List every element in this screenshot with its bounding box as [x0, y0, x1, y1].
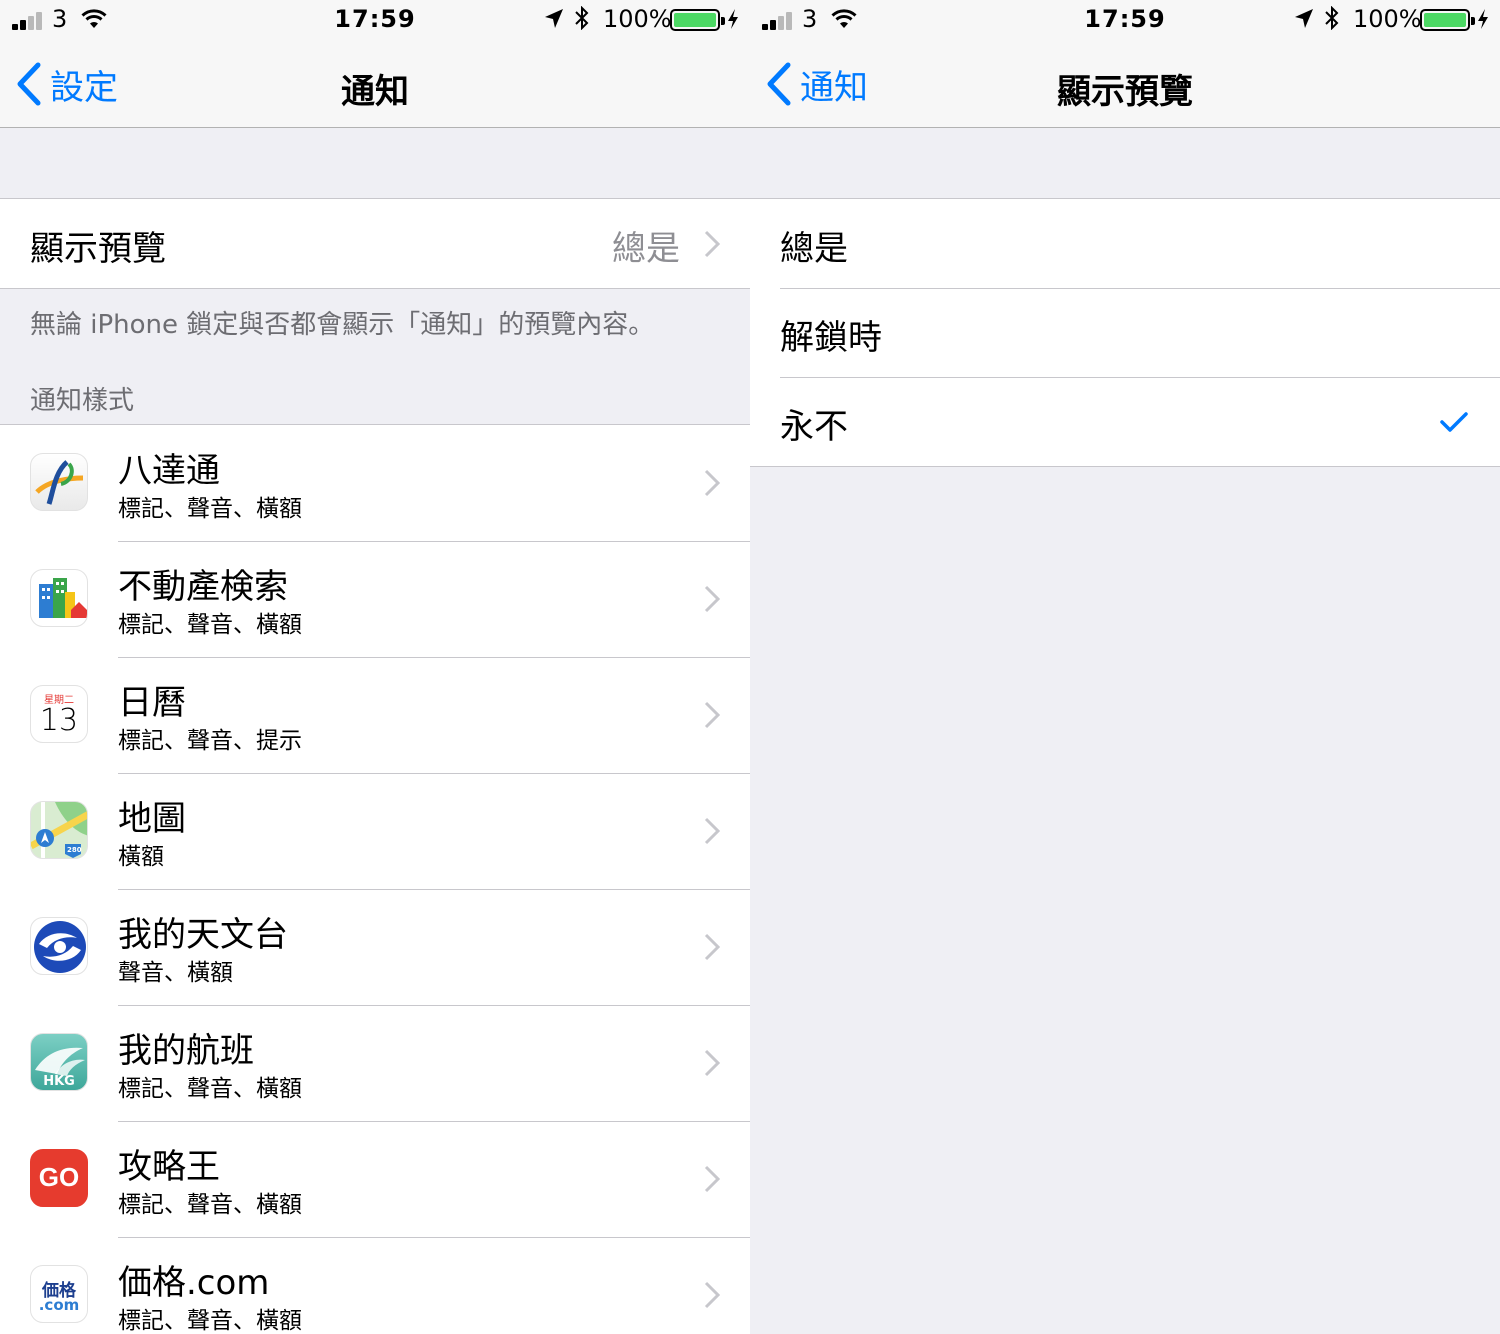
app-name: 攻略王: [118, 1147, 220, 1187]
chevron-right-icon: [704, 817, 720, 845]
list-item[interactable]: 我的天文台 聲音、橫額: [0, 889, 750, 1005]
octopus-icon: [30, 453, 88, 511]
bluetooth-icon: [575, 6, 589, 30]
list-item[interactable]: 八達通 標記、聲音、橫額: [0, 425, 750, 541]
option-label: 解鎖時: [780, 318, 882, 358]
status-bar: 3 17:59 100%: [750, 0, 1500, 40]
navigation-bar: 通知 顯示預覽: [750, 40, 1500, 128]
option-when-unlocked[interactable]: 解鎖時: [750, 288, 1500, 377]
show-previews-screen: 3 17:59 100% 通知 顯示預覽 總是 解鎖時 永不: [750, 0, 1500, 1334]
chevron-right-icon: [704, 585, 720, 613]
app-alert-styles: 標記、聲音、橫額: [118, 1076, 302, 1102]
maps-icon: 280: [30, 801, 88, 859]
bluetooth-icon: [1325, 6, 1339, 30]
preview-footnote: 無論 iPhone 鎖定與否都會顯示「通知」的預覽內容。: [30, 310, 655, 340]
app-name: 八達通: [118, 451, 220, 491]
notifications-screen: 3 17:59 100% 設定 通知 顯示預覽 總是 無論 iPhone 鎖定與…: [0, 0, 750, 1334]
top-bar: 3 17:59 100% 通知 顯示預覽: [750, 0, 1500, 128]
charging-icon: [1478, 9, 1488, 29]
charging-icon: [728, 9, 738, 29]
location-icon: [1295, 9, 1313, 28]
show-previews-value: 總是: [612, 229, 680, 269]
battery-percent: 100%: [1353, 5, 1422, 33]
battery-icon: [1420, 9, 1475, 31]
chevron-right-icon: [704, 230, 720, 258]
app-name: 我的航班: [118, 1031, 254, 1071]
app-list: 八達通 標記、聲音、橫額 不動產検索 標記、聲音、橫額 星期二 13 日曆 標記…: [0, 424, 750, 1334]
app-name: 価格.com: [118, 1263, 270, 1303]
list-item[interactable]: 価格 .com 価格.com 標記、聲音、橫額: [0, 1237, 750, 1334]
real-estate-icon: [30, 569, 88, 627]
page-title: 通知: [341, 72, 409, 112]
list-item[interactable]: 不動產検索 標記、聲音、橫額: [0, 541, 750, 657]
top-bar: 3 17:59 100% 設定 通知: [0, 0, 750, 128]
chevron-right-icon: [704, 1165, 720, 1193]
go-guide-icon: GO: [30, 1149, 88, 1207]
show-previews-label: 顯示預覽: [30, 229, 166, 269]
app-alert-styles: 標記、聲音、橫額: [118, 1308, 302, 1334]
list-item[interactable]: HKG 我的航班 標記、聲音、橫額: [0, 1005, 750, 1121]
app-alert-styles: 標記、聲音、橫額: [118, 1192, 302, 1218]
app-alert-styles: 標記、聲音、橫額: [118, 612, 302, 638]
app-name: 日曆: [118, 683, 186, 723]
battery-percent: 100%: [603, 5, 672, 33]
list-item[interactable]: 280 地圖 橫額: [0, 773, 750, 889]
option-never[interactable]: 永不: [750, 377, 1500, 466]
navigation-bar: 設定 通知: [0, 40, 750, 128]
app-alert-styles: 標記、聲音、橫額: [118, 496, 302, 522]
show-previews-row[interactable]: 顯示預覽 總是: [0, 199, 750, 288]
app-name: 不動產検索: [118, 567, 288, 607]
flight-icon: HKG: [30, 1033, 88, 1091]
checkmark-icon: [1440, 412, 1468, 432]
chevron-right-icon: [704, 1049, 720, 1077]
app-alert-styles: 標記、聲音、提示: [118, 728, 302, 754]
option-always[interactable]: 總是: [750, 199, 1500, 288]
app-name: 地圖: [118, 799, 186, 839]
list-item[interactable]: GO 攻略王 標記、聲音、橫額: [0, 1121, 750, 1237]
chevron-right-icon: [704, 469, 720, 497]
chevron-right-icon: [704, 701, 720, 729]
chevron-right-icon: [704, 933, 720, 961]
preview-options-group: 總是 解鎖時 永不: [750, 198, 1500, 467]
option-label: 永不: [780, 407, 848, 447]
calendar-icon: 星期二 13: [30, 685, 88, 743]
app-alert-styles: 聲音、橫額: [118, 960, 233, 986]
app-name: 我的天文台: [118, 915, 288, 955]
option-label: 總是: [780, 229, 848, 269]
observatory-icon: [30, 917, 88, 975]
battery-icon: [670, 9, 725, 31]
list-item[interactable]: 星期二 13 日曆 標記、聲音、提示: [0, 657, 750, 773]
section-header: 通知樣式: [30, 386, 135, 416]
kakaku-icon: 価格 .com: [30, 1265, 88, 1323]
preview-group: 顯示預覽 總是: [0, 198, 750, 289]
location-icon: [545, 9, 563, 28]
page-title: 顯示預覽: [1057, 72, 1193, 112]
app-alert-styles: 橫額: [118, 844, 164, 870]
status-bar: 3 17:59 100%: [0, 0, 750, 40]
chevron-right-icon: [704, 1281, 720, 1309]
